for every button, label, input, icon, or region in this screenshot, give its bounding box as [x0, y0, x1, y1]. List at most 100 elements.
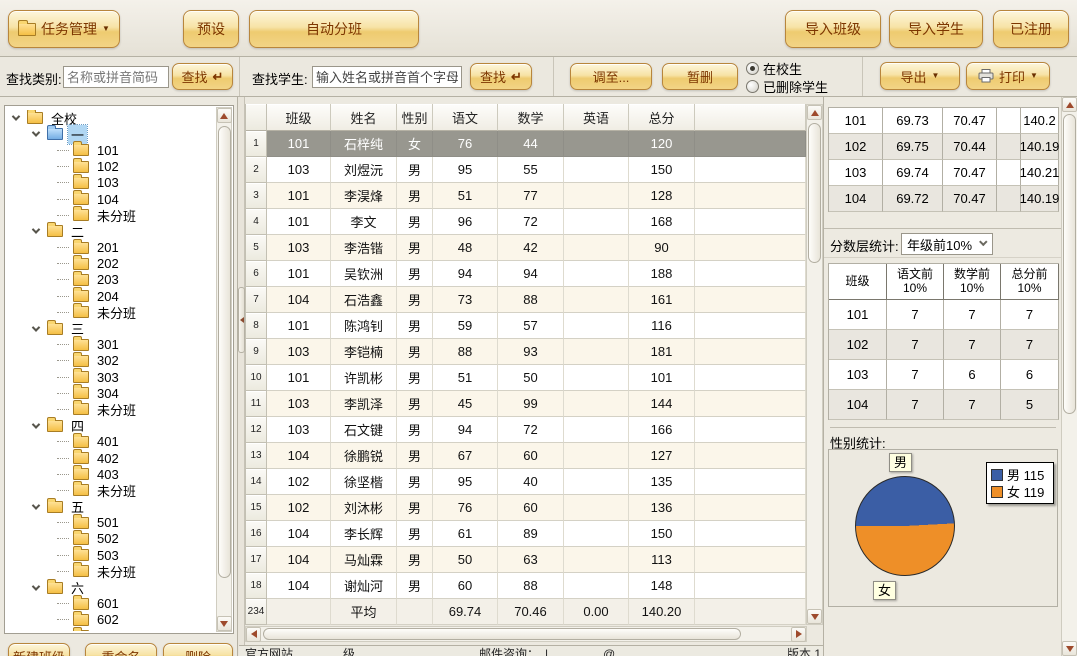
table-row[interactable]: 4101李文男9672168	[246, 209, 806, 235]
tree-item[interactable]: 304	[7, 385, 214, 401]
table-row[interactable]: 6101吴钦洲男9494188	[246, 261, 806, 287]
row-number[interactable]: 7	[246, 287, 267, 313]
score-row[interactable]: 103766	[829, 360, 1059, 390]
tree-item[interactable]: 202	[7, 256, 214, 272]
tree-item[interactable]: 302	[7, 353, 214, 369]
tree-item[interactable]: 一	[7, 126, 214, 142]
tree-item[interactable]: 全校	[7, 110, 214, 126]
column-header-语文[interactable]: 语文	[433, 104, 498, 131]
tree-item[interactable]: 三	[7, 320, 214, 336]
average-row[interactable]: 10369.7470.47140.21	[829, 160, 1059, 186]
tree-item[interactable]: 未分班	[7, 482, 214, 498]
average-row[interactable]: 10469.7270.47140.19	[829, 186, 1059, 212]
category-search-input[interactable]	[63, 66, 169, 88]
table-row[interactable]: 18104谢灿河男6088148	[246, 573, 806, 599]
column-header-数学[interactable]: 数学	[498, 104, 564, 131]
tree-item[interactable]: 103	[7, 175, 214, 191]
row-number[interactable]: 9	[246, 339, 267, 365]
scroll-up-button[interactable]	[217, 108, 232, 123]
new-class-button[interactable]: 新建班级	[8, 643, 70, 656]
scroll-up-button[interactable]	[807, 105, 822, 120]
column-header-姓名[interactable]: 姓名	[331, 104, 397, 131]
import-student-button[interactable]: 导入学生	[889, 10, 983, 48]
tree-item[interactable]: 403	[7, 466, 214, 482]
row-number[interactable]: 4	[246, 209, 267, 235]
tree-item[interactable]: 301	[7, 337, 214, 353]
scroll-thumb[interactable]	[263, 628, 741, 640]
scroll-down-button[interactable]	[1062, 641, 1077, 656]
tree-item[interactable]: 503	[7, 547, 214, 563]
row-number[interactable]: 10	[246, 365, 267, 391]
panel-scrollbar[interactable]	[1061, 97, 1077, 656]
column-header-性别[interactable]: 性别	[397, 104, 433, 131]
table-row[interactable]: 17104马灿霖男5063113	[246, 547, 806, 573]
tree-item[interactable]: 未分班	[7, 563, 214, 579]
tree-item[interactable]: 未分班	[7, 304, 214, 320]
tree-item[interactable]: 六	[7, 579, 214, 595]
table-row[interactable]: 15102刘沐彬男7660136	[246, 495, 806, 521]
score-row[interactable]: 104775	[829, 390, 1059, 420]
tree-item[interactable]: 204	[7, 288, 214, 304]
column-header-总分[interactable]: 总分	[629, 104, 695, 131]
scroll-thumb[interactable]	[218, 126, 231, 578]
row-number[interactable]: 14	[246, 469, 267, 495]
tree-item[interactable]: 602	[7, 612, 214, 628]
scroll-left-button[interactable]	[246, 627, 261, 642]
tree-item[interactable]: 未分班	[7, 401, 214, 417]
tree-item[interactable]: 501	[7, 515, 214, 531]
score-row[interactable]: 101777	[829, 300, 1059, 330]
tree-item[interactable]: 102	[7, 159, 214, 175]
scroll-thumb[interactable]	[808, 123, 821, 263]
row-number[interactable]: 6	[246, 261, 267, 287]
score-layer-select[interactable]: 年级前10%	[901, 233, 993, 255]
tree-item[interactable]: 601	[7, 596, 214, 612]
row-number[interactable]: 11	[246, 391, 267, 417]
table-row[interactable]: 8101陈鸿钊男5957116	[246, 313, 806, 339]
tree-item[interactable]: 201	[7, 240, 214, 256]
panel-splitter[interactable]	[238, 97, 245, 656]
radio-deleted-students[interactable]: 已删除学生	[746, 77, 856, 95]
radio-active-students[interactable]: 在校生	[746, 59, 856, 77]
task-manager-button[interactable]: 任务管理 ▼	[8, 10, 120, 48]
tree-item[interactable]: 402	[7, 450, 214, 466]
rename-button[interactable]: 重命名	[85, 643, 157, 656]
table-row[interactable]: 16104李长辉男6189150	[246, 521, 806, 547]
row-number[interactable]: 3	[246, 183, 267, 209]
average-row[interactable]: 10269.7570.44140.19	[829, 134, 1059, 160]
score-row[interactable]: 102777	[829, 330, 1059, 360]
row-number[interactable]: 5	[246, 235, 267, 261]
table-row[interactable]: 13104徐鹏锐男6760127	[246, 443, 806, 469]
table-row[interactable]: 1101石梓纯女7644120	[246, 131, 806, 157]
tree-item[interactable]: 203	[7, 272, 214, 288]
row-number[interactable]: 234	[246, 599, 267, 625]
move-to-button[interactable]: 调至...	[570, 63, 652, 90]
tree-item[interactable]: 401	[7, 434, 214, 450]
tree-item[interactable]: 303	[7, 369, 214, 385]
student-search-button[interactable]: 查找 ↵	[470, 63, 532, 90]
row-number[interactable]: 15	[246, 495, 267, 521]
tree-item[interactable]: 502	[7, 531, 214, 547]
scroll-down-button[interactable]	[217, 616, 232, 631]
student-search-input[interactable]	[312, 66, 462, 88]
column-header-英语[interactable]: 英语	[564, 104, 629, 131]
delete-button[interactable]: 删除	[163, 643, 233, 656]
table-row[interactable]: 2103刘煜沅男9555150	[246, 157, 806, 183]
column-header-班级[interactable]: 班级	[267, 104, 331, 131]
average-row[interactable]: 10169.7370.47140.2	[829, 108, 1059, 134]
scroll-right-button[interactable]	[791, 627, 806, 642]
tree-item[interactable]: 五	[7, 499, 214, 515]
registered-button[interactable]: 已注册	[993, 10, 1069, 48]
temp-delete-button[interactable]: 暂删	[662, 63, 738, 90]
category-search-button[interactable]: 查找 ↵	[172, 63, 233, 90]
row-number[interactable]: 1	[246, 131, 267, 157]
table-row[interactable]: 7104石浩鑫男7388161	[246, 287, 806, 313]
tree-item[interactable]: 二	[7, 223, 214, 239]
collapse-handle[interactable]	[238, 287, 245, 353]
scroll-up-button[interactable]	[1062, 97, 1077, 112]
auto-assign-button[interactable]: 自动分班	[249, 10, 419, 48]
row-number[interactable]: 13	[246, 443, 267, 469]
table-row[interactable]: 12103石文键男9472166	[246, 417, 806, 443]
row-number[interactable]: 18	[246, 573, 267, 599]
row-number[interactable]: 16	[246, 521, 267, 547]
tree-item[interactable]: 603	[7, 628, 214, 631]
